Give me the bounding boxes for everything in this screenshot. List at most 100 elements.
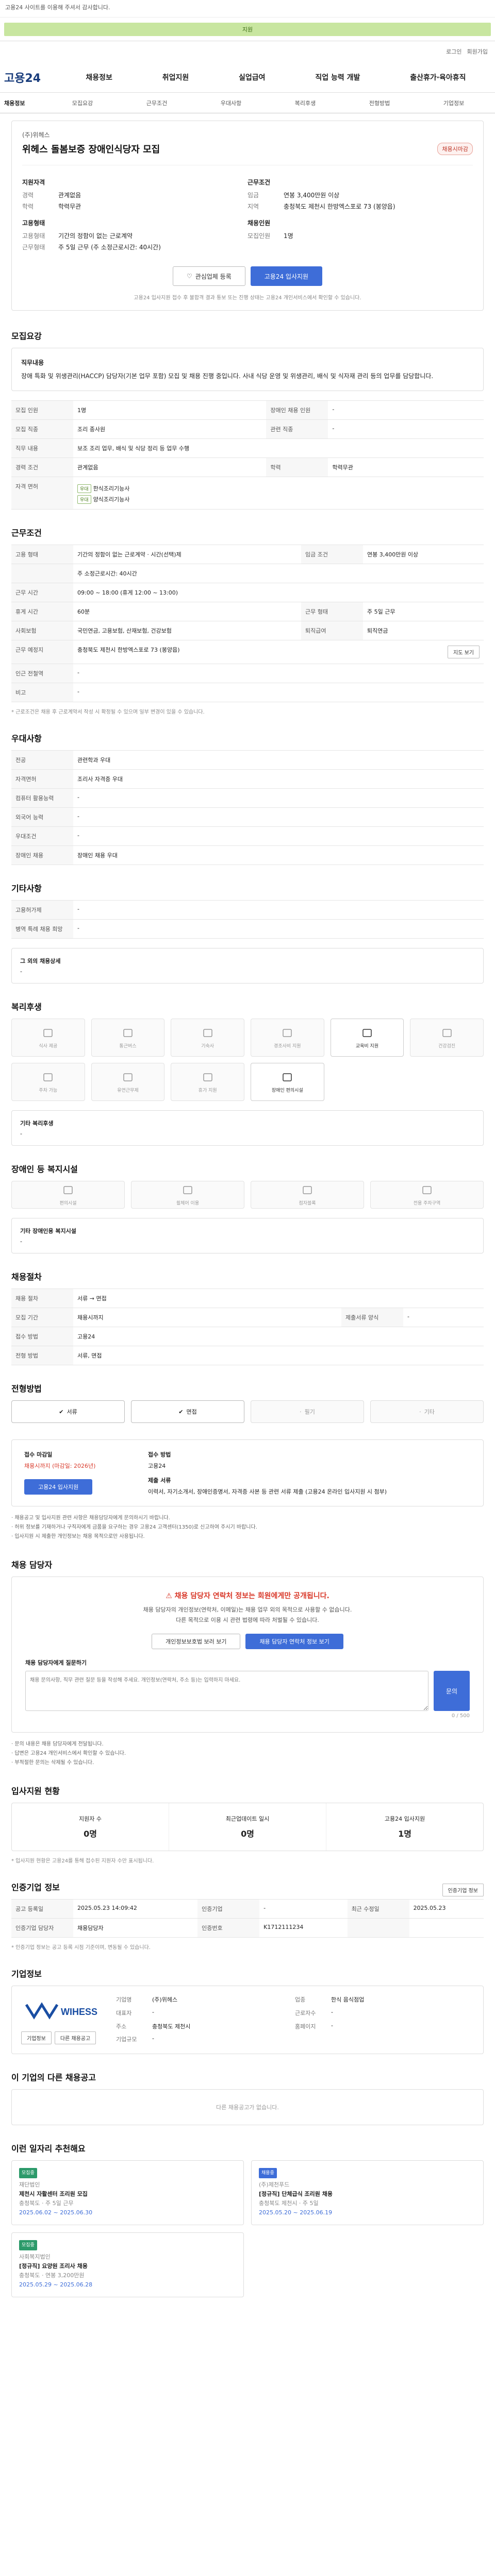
job-summary: 지원자격 경력 관계없음 학력 학력무관 고용형태 고용형태 기간의 정함이 없는 근로… xyxy=(22,165,473,253)
table-row: 모집 직종 조리 종사원 관련 직종 - xyxy=(11,419,484,439)
row-value: 60분 xyxy=(73,602,301,621)
summary-key: 경력 xyxy=(22,192,34,199)
row-header: 사회보험 xyxy=(11,621,73,640)
status-value: 0명 xyxy=(241,1829,254,1839)
company-logo: WIHESS xyxy=(21,1995,104,2026)
summary-value: 학력무관 xyxy=(58,203,81,210)
dot-icon: · xyxy=(300,1408,302,1415)
row-header: 인근 전철역 xyxy=(11,664,73,683)
tab-item[interactable]: 복리후생 xyxy=(268,99,342,107)
company-info-button[interactable]: 기업정보 xyxy=(21,2031,52,2044)
welfare-grid: 식사 제공 통근버스 기숙사 경조사비 지원 교육비 지원 건강검진 주차 가능 유연근무제 휴… xyxy=(11,1019,484,1101)
recommend-sub: 충청북도 제천시 · 주 5일 xyxy=(259,2200,319,2207)
apply-button[interactable]: 고용24 입사지원 xyxy=(250,266,323,286)
summary-value: 관계없음 xyxy=(58,192,81,199)
row-value-2: 퇴직연금 xyxy=(362,621,484,640)
recommend-tag: 모집중 xyxy=(19,2240,37,2250)
site-logo[interactable]: 고용24 xyxy=(4,69,61,86)
section-title-recruit: 모집요강 xyxy=(11,331,42,341)
recommend-card[interactable]: 채용중 (주)제천푸드 [정규직] 단체급식 조리원 채용 충청북도 제천시 · 주 … xyxy=(251,2160,484,2225)
etc-detail-title: 그 외의 채용상세 xyxy=(20,958,61,964)
qa-submit-button[interactable]: 문의 xyxy=(434,1671,470,1711)
tab-item[interactable]: 전형방법 xyxy=(342,99,417,107)
welfare-label: 기숙사 xyxy=(201,1043,214,1049)
gnb-item[interactable]: 실업급여 xyxy=(235,72,270,82)
tab-home[interactable]: 채용정보 xyxy=(4,99,45,107)
recommend-tag: 모집중 xyxy=(19,2168,37,2178)
section-work: 근무조건 고용 형태 기간의 정함이 없는 근로계약 · 시간(선택)제 임금 조건… xyxy=(0,515,495,720)
disability-label: 휠체어 이용 xyxy=(176,1200,200,1206)
gnb-item[interactable]: 직업 능력 개발 xyxy=(311,72,364,82)
recommend-company: 사회복지법인 xyxy=(19,2253,51,2260)
status-label: 고용24 입사지원 xyxy=(384,1816,425,1822)
recommend-title: [정규직] 단체급식 조리원 채용 xyxy=(259,2191,333,2197)
table-row: 공고 등록일 2025.05.23 14:09:42 인증기업 - 최근 수정일 2025… xyxy=(11,1899,484,1919)
duty-body: 장애 특화 및 위생관리(HACCP) 담당자(기본 업무 포함) 모집 및 채… xyxy=(21,372,434,380)
row-value: - xyxy=(73,919,484,939)
privacy-law-button[interactable]: 개인정보보호법 보러 보기 xyxy=(152,1634,241,1649)
gnb-item[interactable]: 취업지원 xyxy=(158,72,193,82)
table-row: 고용허가제 - xyxy=(11,900,484,920)
company-value: (주)위헤스 xyxy=(152,1996,178,2003)
apply-button-2[interactable]: 고용24 입사지원 xyxy=(24,1479,93,1495)
row-header: 고용허가제 xyxy=(11,900,73,920)
recommend-card[interactable]: 모집중 사회복지법인 [정규직] 요양원 조리사 채용 충청북도 · 연봉 3,200… xyxy=(11,2232,244,2297)
row-header: 병역 특례 채용 희망 xyxy=(11,919,73,939)
row-header-2: 근무 형태 xyxy=(301,602,363,621)
tab-item[interactable]: 우대사항 xyxy=(194,99,268,107)
row-value-text: 09:00 ~ 18:00 (휴게 12:00 ~ 13:00) xyxy=(77,589,178,596)
summary-value: 기간의 정함이 없는 근로계약 xyxy=(58,232,133,240)
company-info-grid: 기업명 (주)위헤스 업종 한식 음식점업 대표자 - 근로자수 - 주소 충청북도 제천시 홈페이… xyxy=(116,1995,474,2044)
row-header: 경력 조건 xyxy=(11,457,73,477)
view-contact-button[interactable]: 채용 담당자 연락처 정보 보기 xyxy=(245,1634,343,1649)
status-box: 지원자 수 0명 최근업데이트 일시 0명 고용24 입사지원 1명 xyxy=(11,1803,484,1851)
table-row: 인근 전철역 - xyxy=(11,664,484,683)
screening-table: 채용 절차 서류 → 면접 모집 기간 채용시까지 제출서류 양식 - 접수 방법 고용24 전… xyxy=(11,1289,484,1365)
welfare-label: 주차 가능 xyxy=(39,1088,58,1093)
status-value: 0명 xyxy=(84,1829,97,1839)
tab-item[interactable]: 모집요강 xyxy=(45,99,120,107)
license-name: 양식조리기능사 xyxy=(93,496,130,503)
facility-icon xyxy=(303,1185,312,1194)
qa-textarea[interactable] xyxy=(25,1671,428,1711)
welfare-label: 식사 제공 xyxy=(39,1043,58,1049)
method-item: ✔ 면접 xyxy=(131,1400,244,1423)
tab-item[interactable]: 기업정보 xyxy=(417,99,491,107)
summary-sub-work: 근무조건 xyxy=(248,179,271,186)
map-button[interactable]: 지도 보기 xyxy=(448,646,480,658)
row-header: 인증기업 xyxy=(197,1899,260,1919)
row-header-2: 장애인 채용 인원 xyxy=(266,400,328,420)
recommend-card[interactable]: 모집중 재단법인 제천시 자활센터 조리원 모집 충청북도 · 주 5일 근무 2025… xyxy=(11,2160,244,2225)
row-header: 전형 방법 xyxy=(11,1346,73,1365)
gnb-item[interactable]: 채용정보 xyxy=(81,72,117,82)
table-row: 접수 방법 고용24 xyxy=(11,1327,484,1346)
login-link[interactable]: 로그인 xyxy=(446,47,461,56)
summary-key: 고용형태 xyxy=(22,232,45,240)
gnb-item[interactable]: 출산휴가·육아휴직 xyxy=(406,72,470,82)
join-link[interactable]: 회원가입 xyxy=(467,47,488,56)
summary-left: 지원자격 경력 관계없음 학력 학력무관 고용형태 고용형태 기간의 정함이 없는 근로… xyxy=(22,172,248,253)
row-value: 기간의 정함이 없는 근로계약 · 시간(선택)제 xyxy=(73,545,301,564)
apply-right: 접수 방법 고용24 제출 서류 이력서, 자기소개서, 장애인증명서, 자격증… xyxy=(148,1450,471,1496)
section-disability: 장애인 등 복지시설 편의시설 휠체어 이용 점자블록 전용 주차구역 기타 장애인용… xyxy=(0,1151,495,1259)
section-title-agent: 채용 담당자 xyxy=(11,1560,53,1570)
summary-row: 학력 학력무관 xyxy=(22,201,248,212)
company-name[interactable]: (주)위헤스 xyxy=(22,130,473,139)
info-button[interactable]: 인증기업 정보 xyxy=(442,1883,484,1896)
company-key-2: 업종 xyxy=(295,1996,306,2003)
row-value-text: - xyxy=(77,669,79,676)
check-icon: ✔ xyxy=(59,1408,64,1415)
section-recommend: 이런 일자리 추천해요 모집중 재단법인 제천시 자활센터 조리원 모집 충청북도 ·… xyxy=(0,2130,495,2313)
row-value: 2025.05.23 14:09:42 xyxy=(73,1899,198,1919)
save-company-button[interactable]: ♡ 관심업체 등록 xyxy=(172,266,245,286)
global-nav: 고용24 채용정보 취업지원 실업급여 직업 능력 개발 출산휴가·육아휴직 xyxy=(0,62,495,93)
company-value-2: - xyxy=(331,2022,333,2029)
section-other: 이 기업의 다른 채용공고 다른 채용공고가 없습니다. xyxy=(0,2059,495,2130)
company-jobs-button[interactable]: 다른 채용공고 xyxy=(54,2031,96,2044)
disability-label: 점자블록 xyxy=(299,1200,316,1206)
top-banner[interactable]: 지원 xyxy=(4,22,491,36)
warning-icon: ⚠ xyxy=(166,1592,175,1600)
tab-item[interactable]: 근무조건 xyxy=(120,99,194,107)
duty-head: 직무내용 xyxy=(21,359,44,366)
status-label: 최근업데이트 일시 xyxy=(225,1816,270,1822)
